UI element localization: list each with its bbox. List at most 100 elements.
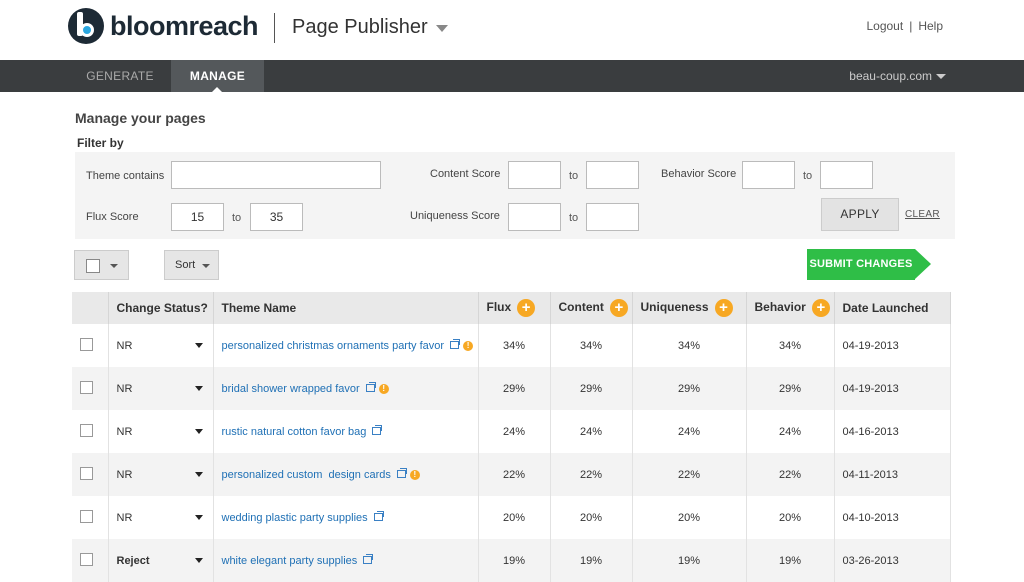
chevron-down-icon <box>194 386 203 391</box>
apply-button[interactable]: APPLY <box>821 198 899 231</box>
chevron-down-icon <box>194 515 203 520</box>
app-title[interactable]: Page Publisher <box>292 16 428 39</box>
warning-icon[interactable]: ! <box>463 340 474 351</box>
external-link-icon[interactable] <box>365 381 376 392</box>
change-status-value: NR <box>116 382 133 395</box>
external-link-icon[interactable] <box>373 510 384 521</box>
header-content-label: Content <box>558 300 604 315</box>
add-content-icon[interactable]: + <box>609 299 628 317</box>
date-launched-value: 04-19-2013 <box>834 367 951 410</box>
behavior-score-from-input[interactable] <box>742 161 795 189</box>
behavior-value: 29% <box>746 367 835 410</box>
content-value: 24% <box>550 410 633 453</box>
row-checkbox[interactable] <box>80 380 93 394</box>
theme-cell: bridal shower wrapped favor! <box>213 367 479 410</box>
row-checkbox[interactable] <box>80 552 93 566</box>
row-select-cell <box>72 367 109 410</box>
content-value: 34% <box>550 324 633 367</box>
change-status-select[interactable]: NR <box>108 367 214 410</box>
uniqueness-value: 29% <box>632 367 747 410</box>
header-flux[interactable]: Flux + <box>478 292 551 324</box>
behavior-score-to-input[interactable] <box>820 161 873 189</box>
row-checkbox[interactable] <box>80 423 93 437</box>
date-launched-value: 04-19-2013 <box>834 324 951 367</box>
logout-link[interactable]: Logout <box>866 19 903 33</box>
theme-contains-input[interactable] <box>171 161 381 189</box>
behavior-value: 19% <box>746 539 835 582</box>
header-content[interactable]: Content + <box>550 292 633 324</box>
flux-value: 24% <box>478 410 551 453</box>
submit-changes-button[interactable]: SUBMIT CHANGES <box>807 249 915 280</box>
flux-score-from-input[interactable]: 15 <box>171 203 224 231</box>
header-change-status: Change Status? <box>108 292 214 324</box>
change-status-select[interactable]: NR <box>108 496 214 539</box>
theme-link[interactable]: rustic natural cotton favor bag <box>222 426 367 438</box>
chevron-down-icon <box>110 264 118 268</box>
theme-cell: white elegant party supplies <box>213 539 479 582</box>
content-score-to-input[interactable] <box>586 161 639 189</box>
change-status-select[interactable]: NR <box>108 410 214 453</box>
uniqueness-score-to-input[interactable] <box>586 203 639 231</box>
uniqueness-value: 20% <box>632 496 747 539</box>
tab-generate[interactable]: GENERATE <box>70 60 170 92</box>
change-status-select[interactable]: NR <box>108 324 214 367</box>
uniqueness-score-from-input[interactable] <box>508 203 561 231</box>
external-link-icon[interactable] <box>363 553 374 564</box>
header-behavior-label: Behavior <box>754 300 806 315</box>
page-title: Manage your pages <box>75 110 206 126</box>
change-status-value: NR <box>116 339 133 352</box>
uniqueness-value: 34% <box>632 324 747 367</box>
warning-icon[interactable]: ! <box>409 469 420 480</box>
date-launched-value: 04-10-2013 <box>834 496 951 539</box>
uniqueness-value: 19% <box>632 539 747 582</box>
change-status-select[interactable]: Reject <box>108 539 214 582</box>
theme-link[interactable]: personalized custom design cards <box>222 469 391 481</box>
clear-link[interactable]: CLEAR <box>905 209 940 220</box>
external-link-icon[interactable] <box>396 467 407 478</box>
external-link-icon[interactable] <box>450 338 461 349</box>
add-flux-icon[interactable]: + <box>517 299 536 317</box>
filter-panel: Theme contains Content Score to Behavior… <box>75 152 955 239</box>
site-selector-caret-icon[interactable] <box>936 74 946 79</box>
header-theme-name: Theme Name <box>213 292 479 324</box>
content-score-label: Content Score <box>430 168 501 180</box>
uniqueness-to-label: to <box>569 212 579 224</box>
row-checkbox[interactable] <box>80 509 93 523</box>
change-status-select[interactable]: NR <box>108 453 214 496</box>
theme-link[interactable]: personalized christmas ornaments party f… <box>222 340 445 352</box>
flux-value: 29% <box>478 367 551 410</box>
bloomreach-logo[interactable]: bloomreach <box>68 8 259 44</box>
help-link[interactable]: Help <box>918 19 943 33</box>
warning-icon[interactable]: ! <box>378 383 389 394</box>
flux-value: 22% <box>478 453 551 496</box>
date-launched-value: 04-16-2013 <box>834 410 951 453</box>
behavior-value: 20% <box>746 496 835 539</box>
theme-link[interactable]: white elegant party supplies <box>222 555 358 567</box>
site-selector[interactable]: beau-coup.com <box>849 60 932 92</box>
content-to-label: to <box>569 170 579 182</box>
select-all-dropdown[interactable] <box>74 250 129 280</box>
row-checkbox[interactable] <box>80 466 93 480</box>
content-score-from-input[interactable] <box>508 161 561 189</box>
chevron-down-icon <box>194 472 203 477</box>
row-checkbox[interactable] <box>80 337 93 351</box>
header-flux-label: Flux <box>486 300 512 315</box>
top-links-separator: | <box>909 19 913 33</box>
change-status-value: Reject <box>116 554 150 567</box>
header-behavior[interactable]: Behavior + <box>746 292 835 324</box>
tab-manage[interactable]: MANAGE <box>171 60 264 92</box>
flux-score-to-input[interactable]: 35 <box>250 203 303 231</box>
submit-arrow-icon[interactable] <box>915 249 931 279</box>
add-uniqueness-icon[interactable]: + <box>714 299 733 317</box>
behavior-to-label: to <box>803 170 813 182</box>
select-all-checkbox[interactable] <box>86 259 100 273</box>
sort-button[interactable]: Sort <box>164 250 219 280</box>
external-link-icon[interactable] <box>372 424 383 435</box>
theme-link[interactable]: bridal shower wrapped favor <box>222 383 360 395</box>
add-behavior-icon[interactable]: + <box>811 299 830 317</box>
app-switcher-caret-icon[interactable] <box>436 25 448 32</box>
theme-link[interactable]: wedding plastic party supplies <box>222 512 368 524</box>
main-nav: GENERATE MANAGE beau-coup.com <box>0 60 1024 92</box>
header-uniqueness[interactable]: Uniqueness + <box>632 292 747 324</box>
top-bar: bloomreach Page Publisher Logout | Help <box>0 0 1024 60</box>
